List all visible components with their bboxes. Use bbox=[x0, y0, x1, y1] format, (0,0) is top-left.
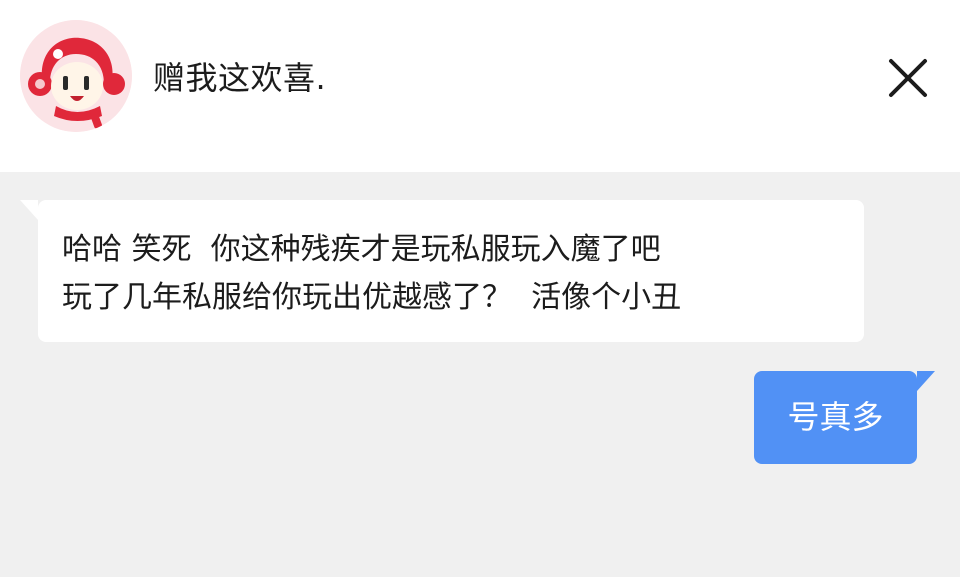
message-text: 号真多 bbox=[787, 398, 884, 436]
contact-avatar[interactable] bbox=[20, 20, 132, 132]
close-icon bbox=[889, 59, 927, 97]
cartoon-avatar-icon bbox=[20, 20, 132, 132]
bubble-tail bbox=[917, 371, 935, 391]
chat-header: 赠我这欢喜. bbox=[0, 0, 960, 172]
message-line: 玩了几年私服给你玩出优越感了？ 活像个小丑 bbox=[62, 280, 682, 315]
outgoing-message-bubble[interactable]: 号真多 bbox=[754, 371, 935, 464]
bubble-tail bbox=[20, 200, 38, 220]
contact-name: 赠我这欢喜. bbox=[153, 59, 327, 97]
incoming-message-bubble[interactable]: 哈哈 笑死 你这种残疾才是玩私服玩入魔了吧 玩了几年私服给你玩出优越感了？ 活像个… bbox=[20, 200, 864, 342]
message-text: 哈哈 笑死 你这种残疾才是玩私服玩入魔了吧 玩了几年私服给你玩出优越感了？ 活像个… bbox=[62, 226, 681, 322]
message-line: 哈哈 笑死 你这种残疾才是玩私服玩入魔了吧 bbox=[62, 232, 661, 267]
close-button[interactable] bbox=[886, 56, 930, 100]
